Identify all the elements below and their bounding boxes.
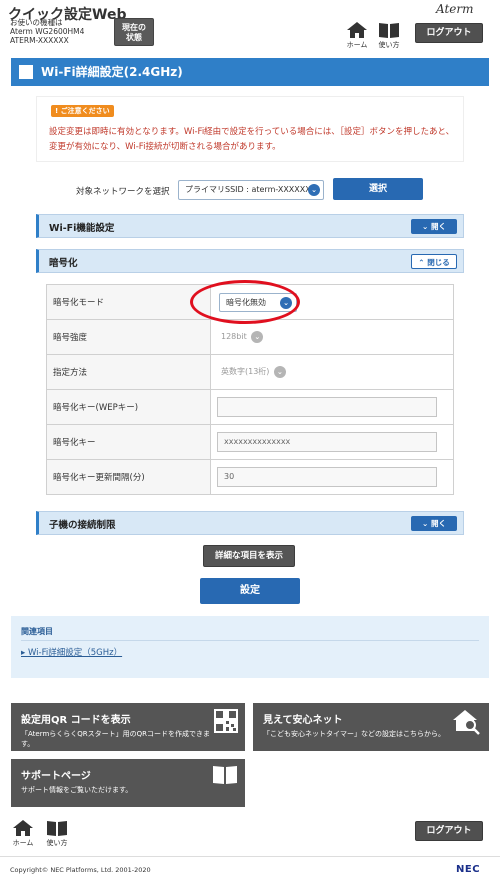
- notice-text: 設定変更は即時に有効となります。Wi-Fi経由で設定を行っている場合には、［設定…: [49, 127, 455, 152]
- status-line-2: 状態: [126, 33, 142, 42]
- tile-title: サポートページ: [21, 771, 91, 782]
- section-title: 暗号化: [49, 258, 78, 269]
- encryption-strength-value: 128bit: [221, 332, 247, 341]
- copyright: Copyright© NEC Platforms, Ltd. 2001-2020: [10, 866, 151, 874]
- aterm-logo: Aterm: [436, 2, 474, 16]
- table-row: 暗号強度 128bit ⌄: [46, 319, 454, 355]
- table-row: 指定方法 英数字(13桁) ⌄: [46, 354, 454, 390]
- target-network-value: プライマリSSID : aterm-XXXXXX-g: [185, 185, 319, 194]
- table-row: 暗号化キー(WEPキー): [46, 389, 454, 425]
- home-search-icon: [453, 710, 480, 735]
- current-status-button[interactable]: 現在の 状態: [114, 18, 154, 46]
- home-nav[interactable]: ホーム: [342, 22, 372, 50]
- chevron-down-icon: ⌄: [422, 519, 431, 528]
- section-encryption[interactable]: 暗号化 ⌃ 閉じる: [36, 249, 464, 273]
- section-client-limit[interactable]: 子機の接続制限 ⌄ 開く: [36, 511, 464, 535]
- device-line-1: お使いの機種は: [10, 18, 63, 27]
- expand-button[interactable]: ⌄ 開く: [411, 219, 457, 234]
- wep-key-label: 暗号化キー(WEPキー): [46, 389, 211, 425]
- home-icon: [13, 820, 33, 836]
- section-wifi-function[interactable]: Wi-Fi機能設定 ⌄ 開く: [36, 214, 464, 238]
- toggle-label: 閉じる: [427, 258, 450, 267]
- footer-logout-button[interactable]: ログアウト: [415, 821, 483, 841]
- tile-desc: サポート情報をご覧いただけます。: [21, 786, 133, 794]
- notice-box: ! ご注意ください 設定変更は即時に有効となります。Wi-Fi経由で設定を行って…: [36, 96, 464, 162]
- key-interval-input[interactable]: 30: [217, 467, 437, 487]
- nec-logo: NEC: [456, 864, 481, 875]
- chevron-down-icon: ⌄: [273, 366, 286, 378]
- key-interval-label: 暗号化キー更新間隔(分): [46, 459, 211, 495]
- title-marker-icon: [19, 65, 33, 79]
- bullet-icon: ▸: [21, 648, 28, 658]
- logout-button[interactable]: ログアウト: [415, 23, 483, 43]
- section-title: Wi-Fi機能設定: [49, 223, 115, 234]
- notice-tag: ! ご注意ください: [51, 105, 114, 117]
- encryption-key-label: 暗号化キー: [46, 424, 211, 460]
- wep-key-cell: [210, 389, 454, 425]
- help-nav[interactable]: 使い方: [374, 22, 404, 50]
- section-title: 子機の接続制限: [49, 520, 116, 531]
- related-panel: 関連項目 ▸ Wi-Fi詳細設定（5GHz）: [11, 616, 489, 678]
- help-label: 使い方: [46, 839, 68, 847]
- key-interval-cell: 30: [210, 459, 454, 495]
- submit-button[interactable]: 設定: [200, 578, 300, 604]
- home-label: ホーム: [346, 41, 368, 49]
- related-title: 関連項目: [21, 627, 53, 636]
- related-divider: [21, 640, 479, 641]
- encryption-key-input[interactable]: xxxxxxxxxxxxxx: [217, 432, 437, 452]
- key-method-select[interactable]: 英数字(13桁) ⌄: [217, 363, 286, 381]
- expand-button[interactable]: ⌄ 開く: [411, 516, 457, 531]
- encryption-mode-label: 暗号化モード: [46, 284, 211, 320]
- related-link-5ghz[interactable]: ▸ Wi-Fi詳細設定（5GHz）: [21, 646, 122, 658]
- chevron-down-icon: ⌄: [308, 184, 320, 196]
- table-row: 暗号化キー更新間隔(分) 30: [46, 459, 454, 495]
- tile-title: 設定用QR コードを表示: [21, 715, 131, 726]
- book-icon: [47, 821, 67, 836]
- toggle-label: 開く: [430, 222, 446, 231]
- tile-title: 見えて安心ネット: [263, 715, 343, 726]
- tile-desc: 「AtermらくらくQRスタート」用のQRコードを作成できます。: [21, 730, 211, 748]
- footer-help-nav[interactable]: 使い方: [42, 820, 72, 848]
- footer-divider: [0, 856, 500, 857]
- key-method-label: 指定方法: [46, 354, 211, 390]
- device-info: お使いの機種は Aterm WG2600HM4 ATERM-XXXXXX: [10, 18, 84, 45]
- chevron-down-icon: ⌄: [422, 222, 431, 231]
- wep-key-input[interactable]: [217, 397, 437, 417]
- related-link-label: Wi-Fi詳細設定（5GHz）: [27, 648, 123, 658]
- footer-home-nav[interactable]: ホーム: [8, 820, 38, 848]
- encryption-strength-label: 暗号強度: [46, 319, 211, 355]
- device-line-2: Aterm WG2600HM4: [10, 27, 85, 36]
- encryption-strength-select[interactable]: 128bit ⌄: [217, 328, 264, 346]
- status-line-1: 現在の: [122, 23, 146, 32]
- target-network-label: 対象ネットワークを選択: [76, 187, 170, 197]
- key-method-cell: 英数字(13桁) ⌄: [210, 354, 454, 390]
- tile-desc: 「こども安心ネットタイマー」などの設定はこちらから。: [263, 730, 445, 738]
- select-network-button[interactable]: 選択: [333, 178, 423, 200]
- support-tile[interactable]: サポートページ サポート情報をご覧いただけます。: [11, 759, 245, 807]
- chevron-down-icon: ⌄: [251, 331, 264, 343]
- device-line-3: ATERM-XXXXXX: [10, 36, 69, 45]
- qr-code-tile[interactable]: 設定用QR コードを表示 「AtermらくらくQRスタート」用のQRコードを作成…: [11, 703, 245, 751]
- qr-code-icon: [214, 709, 238, 733]
- encryption-strength-cell: 128bit ⌄: [210, 319, 454, 355]
- book-icon: [379, 23, 399, 38]
- help-label: 使い方: [378, 41, 400, 49]
- page-title-bar: Wi-Fi詳細設定(2.4GHz): [11, 58, 489, 86]
- home-icon: [347, 22, 367, 38]
- chevron-up-icon: ⌃: [418, 258, 428, 267]
- home-label: ホーム: [12, 839, 34, 847]
- show-advanced-button[interactable]: 詳細な項目を表示: [203, 545, 295, 567]
- page-title: Wi-Fi詳細設定(2.4GHz): [41, 65, 183, 79]
- highlight-annotation: [190, 280, 300, 324]
- table-row: 暗号化キー xxxxxxxxxxxxxx: [46, 424, 454, 460]
- key-method-value: 英数字(13桁): [221, 367, 270, 376]
- toggle-label: 開く: [430, 519, 446, 528]
- target-network-select[interactable]: プライマリSSID : aterm-XXXXXX-g ⌄: [178, 180, 324, 200]
- warning-icon: !: [55, 107, 59, 115]
- notice-tag-label: ご注意ください: [60, 107, 110, 115]
- safe-net-tile[interactable]: 見えて安心ネット 「こども安心ネットタイマー」などの設定はこちらから。: [253, 703, 489, 751]
- collapse-button[interactable]: ⌃ 閉じる: [411, 254, 457, 269]
- encryption-key-cell: xxxxxxxxxxxxxx: [210, 424, 454, 460]
- book-icon: [213, 766, 237, 784]
